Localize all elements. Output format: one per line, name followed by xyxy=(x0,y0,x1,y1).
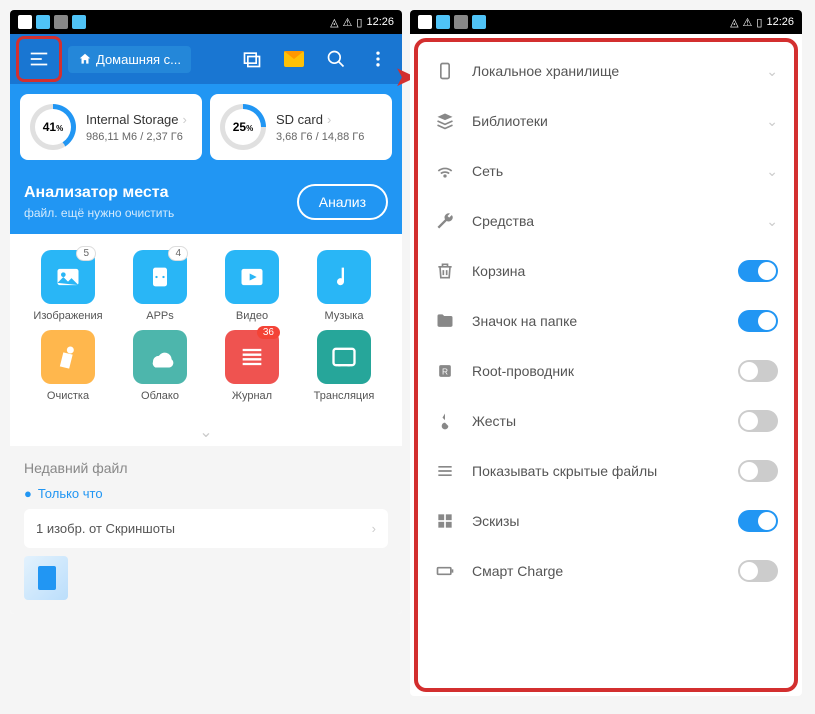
menu-button[interactable] xyxy=(16,36,62,82)
analyzer-title: Анализатор места xyxy=(24,184,174,202)
sidebar-lines[interactable]: Показывать скрытые файлы xyxy=(418,446,794,496)
phone-right: ◬⚠▯12:26 4,88 Г6 ИЗ узыка нсляция › Лока… xyxy=(410,10,802,696)
search-icon[interactable] xyxy=(324,47,348,71)
phone-icon xyxy=(434,60,456,82)
recent-thumbnail[interactable] xyxy=(24,556,68,600)
mail-icon[interactable] xyxy=(282,47,306,71)
svg-text:R: R xyxy=(442,366,448,376)
sidebar-gesture[interactable]: Жесты xyxy=(418,396,794,446)
chevron-down-icon: ⌄ xyxy=(766,163,778,180)
chevron-down-icon: ⌄ xyxy=(766,63,778,80)
wrench-icon xyxy=(434,210,456,232)
sidebar-stack[interactable]: Библиотеки⌄ xyxy=(418,96,794,146)
sidebar-root[interactable]: RRoot-проводник xyxy=(418,346,794,396)
toggle-switch[interactable] xyxy=(738,560,778,582)
storage-section: 41% Internal Storage›986,11 М6 / 2,37 Г6… xyxy=(10,84,402,170)
more-icon[interactable] xyxy=(366,47,390,71)
lines-icon xyxy=(434,460,456,482)
status-bar-2: ◬⚠▯12:26 xyxy=(410,10,802,34)
grid-Музыка[interactable]: Музыка xyxy=(302,250,386,322)
chevron-down-icon: ⌄ xyxy=(766,213,778,230)
sidebar-phone[interactable]: Локальное хранилище⌄ xyxy=(418,46,794,96)
home-chip[interactable]: Домашняя с... xyxy=(68,46,191,73)
thumb-icon xyxy=(434,510,456,532)
category-grid: Изображения5APPs4ВидеоМузыка ОчисткаОблак… xyxy=(10,234,402,418)
expand-grid[interactable]: ⌄ xyxy=(10,418,402,446)
sidebar-menu: Локальное хранилище⌄Библиотеки⌄Сеть⌄Сред… xyxy=(414,38,798,692)
chevron-down-icon: ⌄ xyxy=(766,113,778,130)
grid-Облако[interactable]: Облако xyxy=(118,330,202,402)
grid-APPs[interactable]: APPs4 xyxy=(118,250,202,322)
storage-sd[interactable]: 25% SD card›3,68 Г6 / 14,88 Г6 xyxy=(210,94,392,160)
clock: 12:26 xyxy=(366,16,394,28)
trash-icon xyxy=(434,260,456,282)
toggle-switch[interactable] xyxy=(738,360,778,382)
sidebar-battery[interactable]: Смарт Charge xyxy=(418,546,794,596)
status-bar: ◬⚠▯12:26 xyxy=(10,10,402,34)
stack-icon xyxy=(434,110,456,132)
sidebar-wifi[interactable]: Сеть⌄ xyxy=(418,146,794,196)
storage-internal[interactable]: 41% Internal Storage›986,11 М6 / 2,37 Г6 xyxy=(20,94,202,160)
grid-Журнал[interactable]: Журнал36 xyxy=(210,330,294,402)
phone-left: ◬⚠▯12:26 Домашняя с... 41% Internal Stor… xyxy=(10,10,402,614)
toggle-switch[interactable] xyxy=(738,410,778,432)
toggle-switch[interactable] xyxy=(738,260,778,282)
folder-icon xyxy=(434,310,456,332)
grid-Изображения[interactable]: Изображения5 xyxy=(26,250,110,322)
toggle-switch[interactable] xyxy=(738,310,778,332)
gesture-icon xyxy=(434,410,456,432)
sidebar-thumb[interactable]: Эскизы xyxy=(418,496,794,546)
window-icon[interactable] xyxy=(240,47,264,71)
grid-Трансляция[interactable]: Трансляция xyxy=(302,330,386,402)
recent-item[interactable]: 1 изобр. от Скриншоты› xyxy=(24,509,388,548)
top-bar: Домашняя с... xyxy=(10,34,402,84)
toggle-switch[interactable] xyxy=(738,460,778,482)
recent-section: Недавний файл ●Только что 1 изобр. от Ск… xyxy=(10,446,402,614)
analyzer-banner: Анализатор местафайл. ещё нужно очистить… xyxy=(10,170,402,234)
analyze-button[interactable]: Анализ xyxy=(297,184,388,220)
recent-header: Недавний файл xyxy=(24,460,388,476)
battery-icon xyxy=(434,560,456,582)
sidebar-folder[interactable]: Значок на папке xyxy=(418,296,794,346)
toggle-switch[interactable] xyxy=(738,510,778,532)
grid-Очистка[interactable]: Очистка xyxy=(26,330,110,402)
grid-Видео[interactable]: Видео xyxy=(210,250,294,322)
root-icon: R xyxy=(434,360,456,382)
sidebar-trash[interactable]: Корзина xyxy=(418,246,794,296)
wifi-icon xyxy=(434,160,456,182)
sidebar-wrench[interactable]: Средства⌄ xyxy=(418,196,794,246)
